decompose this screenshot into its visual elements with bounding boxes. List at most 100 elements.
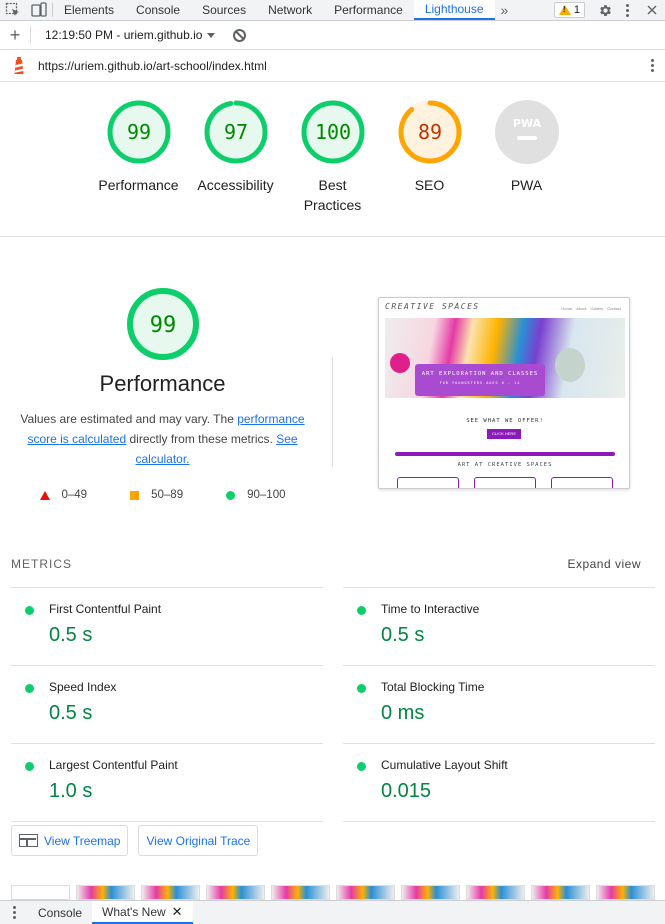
screenshot-banner-title: ART EXPLORATION AND CLASSES xyxy=(421,371,539,377)
lighthouse-logo-icon xyxy=(0,56,38,75)
report-url-bar: https://uriem.github.io/art-school/index… xyxy=(0,50,665,82)
drawer-menu-icon[interactable] xyxy=(0,901,28,924)
gauge-label: SEO xyxy=(414,177,445,193)
tab-elements[interactable]: Elements xyxy=(53,0,125,20)
screenshot-divider xyxy=(395,452,615,456)
filmstrip-frame xyxy=(271,885,330,900)
settings-gear-icon[interactable] xyxy=(594,0,616,20)
tab-sources[interactable]: Sources xyxy=(191,0,257,20)
legend-range: 50–89 xyxy=(151,489,184,501)
pass-circle-icon xyxy=(25,606,34,615)
report-content: 99 Performance 97 Accessibility 100 Best… xyxy=(0,82,665,900)
metric-title: Largest Contentful Paint xyxy=(49,758,178,772)
screenshot-nav-item: Contact xyxy=(607,306,621,311)
metric-value: 1.0 s xyxy=(49,780,93,802)
device-toolbar-icon[interactable] xyxy=(26,0,52,20)
metric-value: 0.5 s xyxy=(49,624,93,646)
gauge-accessibility[interactable]: 97 Accessibility xyxy=(187,100,284,236)
gauge-ring: 97 xyxy=(204,100,267,164)
metric-value: 0.5 s xyxy=(381,624,425,646)
pass-circle-icon xyxy=(25,684,34,693)
gauge-performance[interactable]: 99 Performance xyxy=(90,100,187,236)
legend-fail: 0–49 xyxy=(39,489,87,501)
metric-cumulative-layout-shift: Cumulative Layout Shift 0.015 xyxy=(343,743,655,821)
lighthouse-toolbar: + 12:19:50 PM - uriem.github.io xyxy=(0,21,665,50)
gauge-label: Best Practices xyxy=(303,177,362,213)
report-menu-icon[interactable] xyxy=(645,59,659,72)
metric-title: First Contentful Paint xyxy=(49,602,162,616)
metric-value: 0 ms xyxy=(381,702,425,724)
gauge-best-practices[interactable]: 100 Best Practices xyxy=(284,100,381,236)
metric-speed-index: Speed Index 0.5 s xyxy=(11,665,323,743)
metric-time-to-interactive: Time to Interactive 0.5 s xyxy=(343,587,655,665)
inspect-element-icon[interactable] xyxy=(0,0,26,20)
fail-triangle-icon xyxy=(39,490,50,500)
filmstrip-frame xyxy=(466,885,525,900)
filmstrip-frame xyxy=(206,885,265,900)
performance-section: 99 Performance Values are estimated and … xyxy=(0,237,665,547)
section-divider xyxy=(332,357,333,467)
close-icon[interactable]: ✕ xyxy=(172,904,183,920)
drawer-tab-label: Console xyxy=(38,905,83,920)
filmstrip-frame xyxy=(76,885,135,900)
screenshot-cards xyxy=(397,477,613,488)
drawer-tab-bar: Console What's New ✕ xyxy=(0,900,665,924)
view-treemap-button[interactable]: View Treemap xyxy=(11,825,129,856)
tab-console[interactable]: Console xyxy=(125,0,191,20)
gauge-score: 100 xyxy=(314,120,350,144)
metric-value: 0.5 s xyxy=(49,702,93,724)
screenshot-banner-subtitle: FOR YOUNGSTERS AGES 6 - 14 xyxy=(439,381,521,385)
tab-performance[interactable]: Performance xyxy=(323,0,414,20)
report-selector-label: 12:19:50 PM - uriem.github.io xyxy=(45,28,203,42)
pass-circle-icon xyxy=(226,490,236,500)
gauge-ring: 100 xyxy=(301,100,364,164)
metric-total-blocking-time: Total Blocking Time 0 ms xyxy=(343,665,655,743)
screenshot-nav: Home About Gallery Contact xyxy=(561,306,621,311)
more-tabs-icon[interactable]: » xyxy=(495,0,515,20)
gauge-label: Performance xyxy=(98,177,179,193)
metrics-grid-footer xyxy=(11,821,655,822)
performance-description: Values are estimated and may vary. The p… xyxy=(10,409,315,469)
report-url[interactable]: https://uriem.github.io/art-school/index… xyxy=(38,59,267,73)
gauge-seo[interactable]: 89 SEO xyxy=(381,100,478,236)
final-screenshot[interactable]: CREATIVE SPACES Home About Gallery Conta… xyxy=(378,297,630,489)
tab-network[interactable]: Network xyxy=(257,0,323,20)
drawer-tab-whats-new[interactable]: What's New ✕ xyxy=(92,901,193,924)
performance-score: 99 xyxy=(149,313,176,338)
drawer-tab-label: What's New xyxy=(102,904,166,919)
expand-view-toggle[interactable]: Expand view xyxy=(567,557,641,571)
clear-reports-icon[interactable] xyxy=(233,28,247,42)
pwa-badge-text: PWA xyxy=(512,117,541,130)
description-text: directly from these metrics. xyxy=(126,432,277,446)
metric-title: Cumulative Layout Shift xyxy=(381,758,508,772)
warning-icon xyxy=(558,5,571,15)
toolbar-divider xyxy=(30,26,31,44)
devtools-tab-bar: Elements Console Sources Network Perform… xyxy=(0,0,665,21)
metric-title: Speed Index xyxy=(49,680,117,694)
performance-title: Performance xyxy=(99,371,226,396)
screenshot-nav-item: Gallery xyxy=(590,306,604,311)
customize-devtools-menu-icon[interactable] xyxy=(620,3,634,17)
screenshot-button: CLICK HERE xyxy=(487,429,521,439)
button-label: View Original Trace xyxy=(146,833,251,848)
gauge-pwa[interactable]: PWA PWA xyxy=(478,100,575,236)
tab-lighthouse[interactable]: Lighthouse xyxy=(413,0,495,20)
description-text: Values are estimated and may vary. The xyxy=(20,412,238,426)
filmstrip-frame xyxy=(11,885,70,900)
new-report-button[interactable]: + xyxy=(0,25,30,46)
screenshot-offer: SEE WHAT WE OFFER! xyxy=(466,418,544,424)
close-devtools-icon[interactable] xyxy=(643,5,661,15)
gauge-label: Accessibility xyxy=(197,177,274,193)
gauge-score: 99 xyxy=(126,120,150,144)
metrics-grid: First Contentful Paint 0.5 s Time to Int… xyxy=(11,587,665,821)
warnings-badge[interactable]: 1 xyxy=(553,2,585,18)
gauge-score: 97 xyxy=(223,120,247,144)
drawer-tab-console[interactable]: Console xyxy=(28,901,92,924)
legend-average: 50–89 xyxy=(130,489,183,501)
gauge-ring: 89 xyxy=(398,100,461,164)
report-selector[interactable]: 12:19:50 PM - uriem.github.io xyxy=(45,28,216,42)
pass-circle-icon xyxy=(25,762,34,771)
treemap-icon xyxy=(19,834,38,847)
score-gauges: 99 Performance 97 Accessibility 100 Best… xyxy=(0,82,665,237)
view-original-trace-button[interactable]: View Original Trace xyxy=(138,825,259,856)
